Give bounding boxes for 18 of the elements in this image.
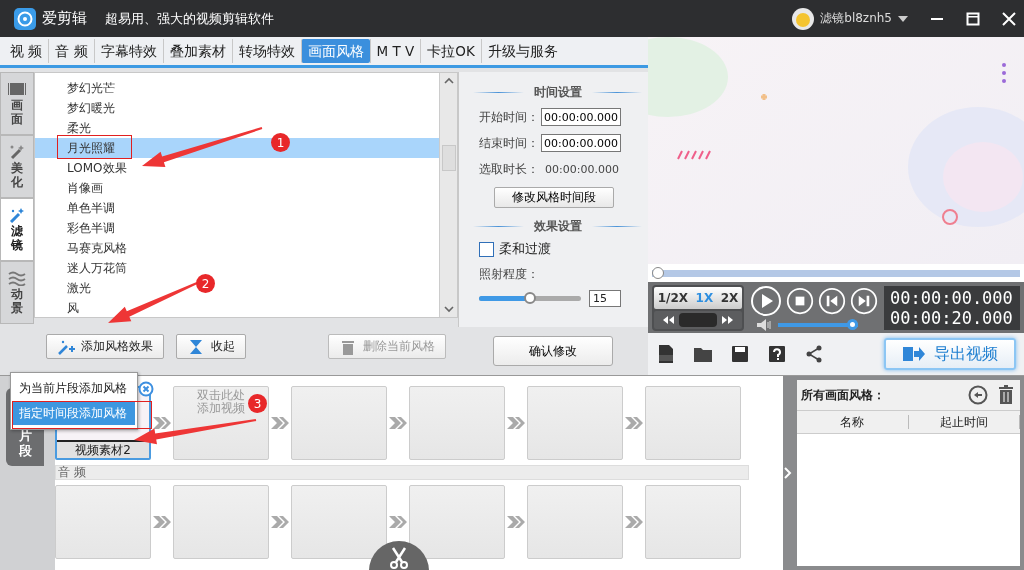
duration-value: 00:00:00.000 — [544, 162, 619, 176]
slider-label: 照射程度： — [479, 265, 540, 283]
app-title: 爱剪辑 — [42, 9, 87, 28]
field-label: 开始时间： — [479, 108, 539, 126]
total-time: 00:00:20.000 — [890, 307, 1014, 328]
section-heading: 时间设置 — [533, 84, 582, 101]
field-label: 结束时间： — [479, 134, 539, 152]
current-time: 00:00:00.000 — [890, 287, 1014, 308]
field-label: 选取时长： — [479, 160, 539, 178]
panel-title: 所有画面风格： — [801, 386, 885, 404]
audio-track-label: 音 频 — [55, 465, 749, 480]
section-heading: 效果设置 — [533, 218, 582, 235]
column-header: 起止时间 — [908, 415, 1020, 429]
column-header: 名称 — [797, 415, 909, 429]
app-slogan: 超易用、强大的视频剪辑软件 — [105, 9, 274, 28]
checkbox-label: 柔和过渡 — [499, 241, 551, 258]
add-video-hint: 双击此处 — [197, 389, 245, 402]
add-video-hint: 添加视频 — [197, 402, 245, 415]
